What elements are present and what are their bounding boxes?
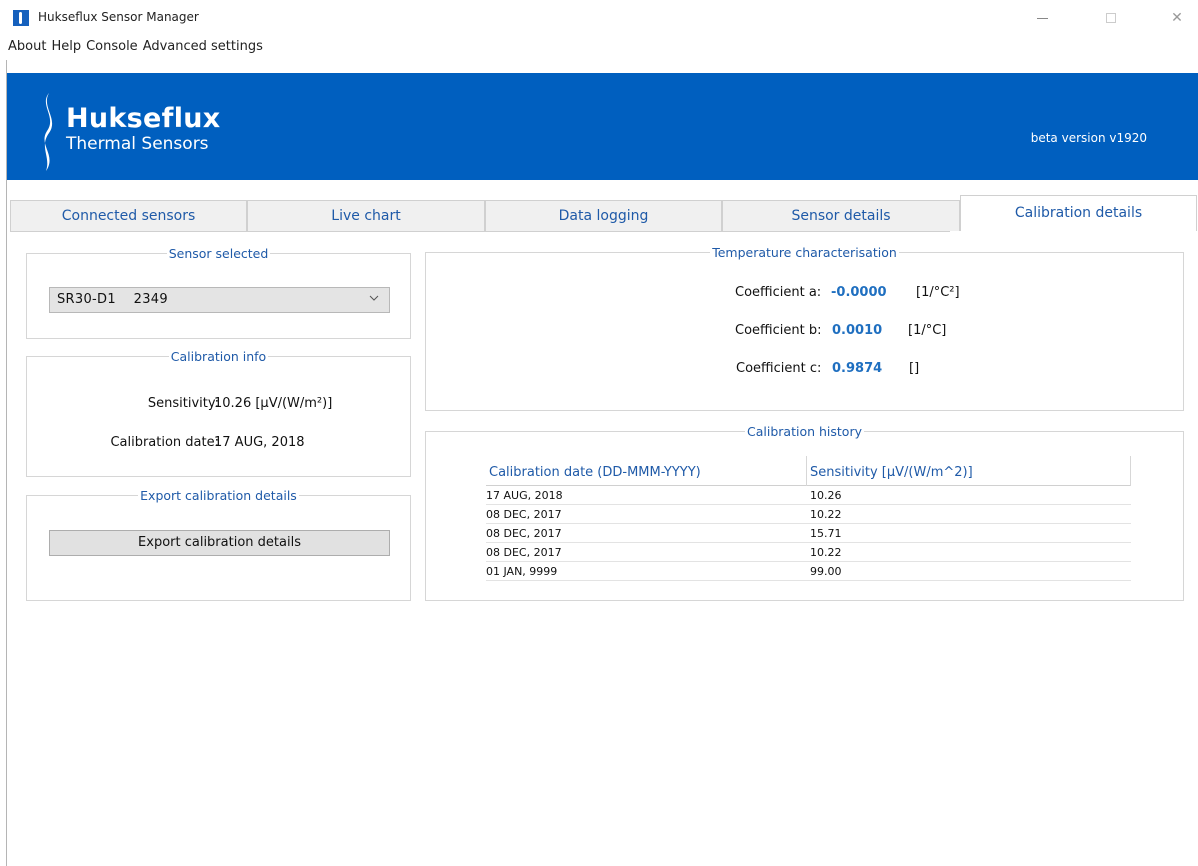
menu-advanced-settings[interactable]: Advanced settings [143, 36, 263, 60]
export-group: Export calibration details Export calibr… [26, 488, 411, 601]
table-cell-date: 01 JAN, 9999 [486, 565, 558, 578]
sensitivity-label: Sensitivity: [147, 396, 219, 411]
brand-header: Hukseflux Thermal Sensors beta version v… [7, 73, 1198, 180]
coefficient-b-label: Coefficient b: [735, 323, 822, 338]
maximize-button[interactable] [1096, 6, 1126, 30]
sensitivity-value: 10.26 [µV/(W/m²)] [214, 396, 333, 411]
tab-sensor-details[interactable]: Sensor details [722, 200, 960, 231]
calibration-date-label: Calibration date: [110, 435, 219, 450]
tab-data-logging[interactable]: Data logging [485, 200, 722, 231]
window-title: Hukseflux Sensor Manager [38, 10, 199, 24]
calibration-history-group: Calibration history Calibration date (DD… [425, 424, 1184, 601]
coefficient-b-value: 0.0010 [832, 323, 883, 338]
brand-name: Hukseflux [66, 103, 221, 134]
sensor-select-value: SR30-D1 2349 [57, 292, 168, 307]
table-cell-sensitivity: 10.22 [810, 508, 842, 521]
tab-calibration-details[interactable]: Calibration details [960, 195, 1197, 231]
table-row[interactable]: 08 DEC, 2017 10.22 [486, 543, 1131, 562]
coefficient-c-label: Coefficient c: [736, 361, 822, 376]
close-button[interactable]: ✕ [1162, 6, 1192, 30]
table-cell-sensitivity: 99.00 [810, 565, 842, 578]
maximize-icon [1106, 13, 1116, 23]
version-label: beta version v1920 [1030, 131, 1147, 145]
chevron-down-icon [369, 293, 379, 306]
group-title: Calibration history [745, 424, 864, 439]
brand-subtitle: Thermal Sensors [66, 134, 209, 154]
group-title: Temperature characterisation [710, 245, 899, 260]
coefficient-b-unit: [1/°C] [908, 323, 947, 338]
table-cell-date: 08 DEC, 2017 [486, 546, 562, 559]
calibration-history-table: Calibration date (DD-MMM-YYYY) Sensitivi… [486, 456, 1131, 581]
calibration-date-value: 17 AUG, 2018 [214, 435, 305, 450]
coefficient-a-label: Coefficient a: [735, 285, 822, 300]
column-header-sensitivity[interactable]: Sensitivity [µV/(W/m^2)] [810, 465, 973, 480]
tab-live-chart[interactable]: Live chart [247, 200, 485, 231]
temperature-group: Temperature characterisation Coefficient… [425, 245, 1184, 411]
minimize-button[interactable] [1028, 6, 1058, 30]
table-row[interactable]: 08 DEC, 2017 10.22 [486, 505, 1131, 524]
minimize-icon [1037, 18, 1048, 19]
table-cell-sensitivity: 10.26 [810, 489, 842, 502]
table-row[interactable]: 08 DEC, 2017 15.71 [486, 524, 1131, 543]
app-icon [13, 10, 29, 26]
table-cell-date: 08 DEC, 2017 [486, 527, 562, 540]
table-header: Calibration date (DD-MMM-YYYY) Sensitivi… [486, 456, 1131, 486]
tab-divider [10, 231, 950, 232]
column-header-date[interactable]: Calibration date (DD-MMM-YYYY) [489, 465, 701, 480]
table-cell-date: 17 AUG, 2018 [486, 489, 563, 502]
group-title: Sensor selected [166, 246, 271, 261]
title-bar: Hukseflux Sensor Manager ✕ [0, 0, 1198, 36]
group-title: Calibration info [168, 349, 269, 364]
coefficient-a-value: -0.0000 [831, 285, 887, 300]
calibration-info-group: Calibration info Sensitivity: 10.26 [µV/… [26, 349, 411, 477]
menu-help[interactable]: Help [51, 36, 81, 60]
sensor-selected-group: Sensor selected SR30-D1 2349 [26, 246, 411, 339]
coefficient-c-unit: [] [909, 361, 920, 376]
coefficient-a-unit: [1/°C²] [916, 285, 960, 300]
table-cell-sensitivity: 10.22 [810, 546, 842, 559]
table-row[interactable]: 17 AUG, 2018 10.26 [486, 486, 1131, 505]
group-title: Export calibration details [138, 488, 299, 503]
menu-bar: About Help Console Advanced settings [0, 36, 1198, 60]
menu-about[interactable]: About [8, 36, 46, 60]
tab-bar: Connected sensors Live chart Data loggin… [10, 195, 1198, 231]
table-cell-date: 08 DEC, 2017 [486, 508, 562, 521]
tab-connected-sensors[interactable]: Connected sensors [10, 200, 247, 231]
sensor-select[interactable]: SR30-D1 2349 [49, 287, 390, 313]
hukseflux-logo-icon [44, 93, 53, 171]
export-calibration-button[interactable]: Export calibration details [49, 530, 390, 556]
table-cell-sensitivity: 15.71 [810, 527, 842, 540]
window-border [6, 60, 7, 866]
coefficient-c-value: 0.9874 [832, 361, 883, 376]
menu-console[interactable]: Console [86, 36, 138, 60]
table-row[interactable]: 01 JAN, 9999 99.00 [486, 562, 1131, 581]
